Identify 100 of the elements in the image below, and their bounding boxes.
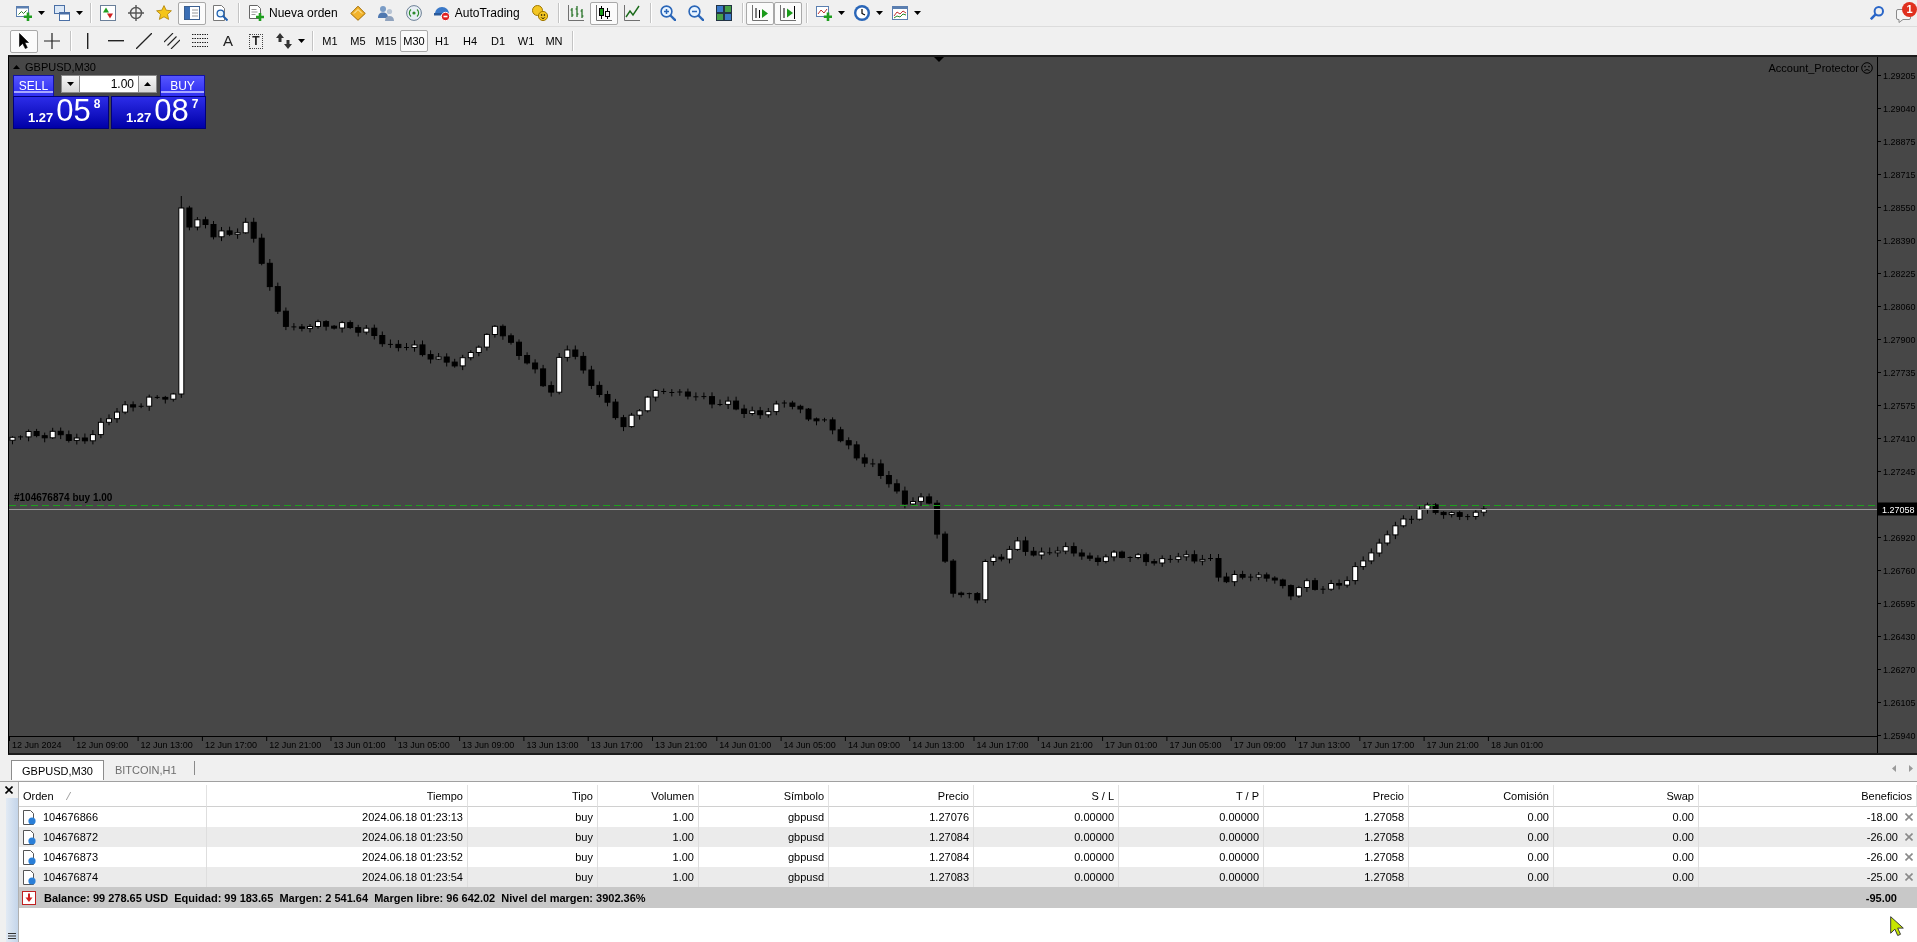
cursor-button[interactable]: [10, 29, 38, 53]
time-axis-label: 14 Jun 17:00: [976, 740, 1029, 750]
time-axis-label: 14 Jun 21:00: [1040, 740, 1093, 750]
caret-icon: [913, 11, 921, 15]
sort-indicator-icon: [65, 791, 71, 800]
template-icon: [891, 5, 908, 21]
vertical-line-icon: [87, 33, 89, 49]
caret-icon: [875, 11, 883, 15]
line-chart-icon: [623, 5, 640, 21]
timeframe-button[interactable]: D1: [484, 30, 512, 52]
signal-icon: [405, 5, 422, 21]
price-axis-label: 1.27575: [1883, 400, 1916, 411]
fibonacci-icon: [192, 33, 208, 49]
sell-button[interactable]: SELL: [13, 75, 54, 96]
table-cell-text: -25.00: [1866, 870, 1898, 885]
time-axis-label: 14 Jun 01:00: [719, 740, 772, 750]
clock-icon: [853, 5, 870, 21]
time-axis-label: 12 Jun 17:00: [204, 740, 257, 750]
price-axis-label: 1.26105: [1883, 697, 1916, 708]
users-icon: [377, 5, 394, 21]
price-axis-label: 1.28875: [1883, 136, 1916, 147]
cursor-arrow-icon: [19, 33, 29, 49]
smiley-faces-icon: [531, 5, 548, 21]
chart-symbol: GBPUSD,M30: [25, 61, 96, 73]
star-icon: [156, 5, 172, 21]
text-tool-button[interactable]: A: [214, 29, 242, 53]
price-axis[interactable]: 1.29205 1.29040 1.28875 1.28715 1.28550 1.28390 1.28225 1.28060 1.27900 1.27735 1.27575 1.27410 1.27245 1.27058 1.26920 1.26760 1.26595 1.26430 1.26270 1.26105 1.25940: [1877, 57, 1917, 753]
chart-tab[interactable]: GBPUSD,M30: [11, 760, 104, 780]
left-arrow-icon[interactable]: [1892, 764, 1896, 772]
price-axis-label: 1.29205: [1883, 70, 1916, 81]
table-cell-text: -18.00: [1866, 810, 1898, 825]
table-cell-text: 104676872: [43, 830, 99, 845]
close-icon[interactable]: [5, 786, 13, 794]
document-icon: [23, 829, 36, 845]
price-axis-label: 1.29040: [1883, 103, 1916, 114]
price-axis-label: 1.28060: [1883, 301, 1916, 312]
time-axis-label: 14 Jun 13:00: [912, 740, 965, 750]
new-order-button[interactable]: Nueva orden: [242, 1, 344, 25]
order-line[interactable]: [9, 505, 1877, 506]
timeframe-button[interactable]: M1: [316, 30, 344, 52]
caret-icon: [38, 11, 45, 15]
crosshair-circle-icon: [128, 5, 144, 21]
timeframe-button[interactable]: MN: [540, 30, 568, 52]
time-axis-label: 12 Jun 09:00: [76, 740, 129, 750]
time-axis-label: 13 Jun 09:00: [462, 740, 515, 750]
notification-badge[interactable]: 1: [1902, 2, 1917, 17]
table-row[interactable]: 104676872 2024.06.18 01:23:50 buy 1.00 gbpusd 1.27084 0.00000 0.00000 1.27058 0.00 0.00 -26.00: [19, 827, 1917, 847]
timeframe-button[interactable]: M30: [400, 30, 428, 52]
table-cell-text: -26.00: [1866, 850, 1898, 865]
document-icon: [23, 809, 36, 825]
chart-shift-button[interactable]: [745, 1, 774, 25]
channel-icon: [164, 33, 180, 49]
crosshair-icon: [44, 33, 60, 49]
lot-field[interactable]: 1.00: [80, 75, 138, 93]
price-axis-label: 1.28550: [1883, 202, 1916, 213]
timeframe-button[interactable]: H1: [428, 30, 456, 52]
expert-name: Account_Protector: [1768, 62, 1859, 74]
price-axis-label: 1.28390: [1883, 235, 1916, 246]
price-axis-label: 1.25940: [1883, 730, 1916, 741]
time-axis-label: 14 Jun 05:00: [783, 740, 836, 750]
auto-scroll-button[interactable]: [773, 1, 802, 25]
account-summary: Balance: 99 278.65 USD Equidad: 99 183.65 Margen: 2 541.64 Margen libre: 96 642.02 Nivel del margen: 3902.36%: [44, 891, 646, 904]
price-axis-label: 1.27245: [1883, 466, 1916, 477]
price-axis-label: 1.26430: [1883, 631, 1916, 642]
buy-button[interactable]: BUY: [160, 75, 205, 96]
chart-shift-icon: [751, 5, 768, 21]
time-axis-label: 13 Jun 05:00: [397, 740, 450, 750]
timeframe-button[interactable]: W1: [512, 30, 540, 52]
up-triangle-icon: [144, 82, 151, 86]
candlestick-icon: [595, 5, 612, 21]
cap-stop-icon: [433, 5, 450, 21]
windows-icon: [54, 5, 70, 21]
timeframe-button[interactable]: M15: [372, 30, 400, 52]
time-axis-label: 13 Jun 17:00: [590, 740, 643, 750]
table-row[interactable]: 104676874 2024.06.18 01:23:54 buy 1.00 gbpusd 1.27083 0.00000 0.00000 1.27058 0.00 0.00 -25.00: [19, 867, 1917, 887]
data-window-button[interactable]: [178, 1, 206, 25]
price-axis-label: 1.28225: [1883, 268, 1916, 279]
price-axis-label: 1.27735: [1883, 367, 1916, 378]
table-cell-text: 104676873: [43, 850, 99, 865]
lot-increase-button[interactable]: [138, 75, 157, 93]
lot-decrease-button[interactable]: [61, 75, 80, 93]
text-label-button[interactable]: T: [242, 29, 270, 53]
time-axis-label: 17 Jun 01:00: [1105, 740, 1158, 750]
time-axis-label: 13 Jun 21:00: [655, 740, 708, 750]
lines-icon[interactable]: [8, 933, 16, 939]
chart-plus-icon: [16, 5, 32, 21]
time-axis-label: 13 Jun 01:00: [333, 740, 386, 750]
document-icon: [23, 849, 36, 865]
candlestick-button[interactable]: [589, 1, 618, 25]
bar-chart-icon: [567, 5, 584, 21]
timeframe-button[interactable]: M5: [344, 30, 372, 52]
chart-tab[interactable]: BITCOIN,H1: [104, 760, 187, 780]
arrow-box-icon: [22, 890, 36, 905]
table-cell-text: 104676866: [43, 810, 99, 825]
caret-icon: [298, 39, 305, 43]
right-arrow-icon[interactable]: [1909, 764, 1913, 772]
search-icon[interactable]: [1870, 6, 1884, 20]
timeframe-button[interactable]: H4: [456, 30, 484, 52]
autotrading-button[interactable]: AutoTrading: [427, 1, 526, 25]
down-triangle-icon: [67, 82, 74, 86]
